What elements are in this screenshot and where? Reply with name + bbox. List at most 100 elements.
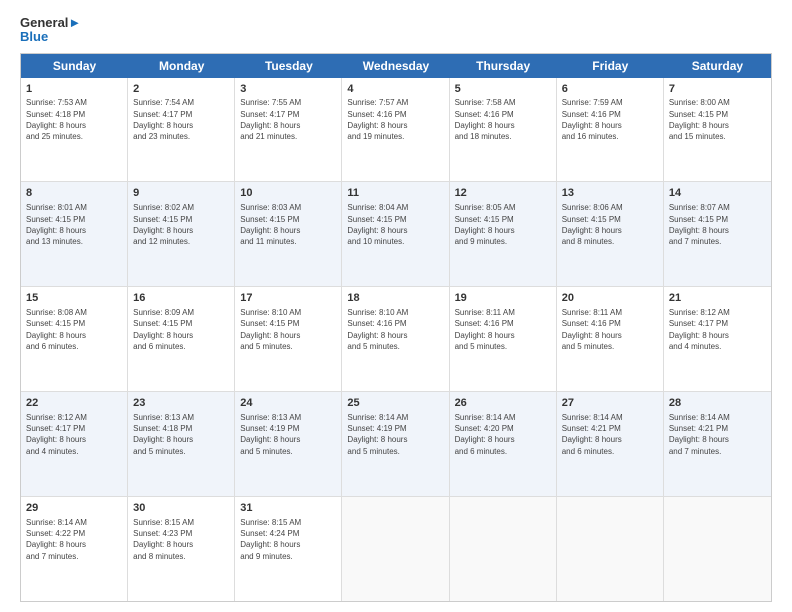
calendar-cell: 2Sunrise: 7:54 AM Sunset: 4:17 PM Daylig… xyxy=(128,78,235,182)
calendar-cell: 21Sunrise: 8:12 AM Sunset: 4:17 PM Dayli… xyxy=(664,287,771,391)
day-number: 22 xyxy=(26,396,122,411)
calendar-cell: 22Sunrise: 8:12 AM Sunset: 4:17 PM Dayli… xyxy=(21,392,128,496)
day-number: 5 xyxy=(455,82,551,97)
cell-info: Sunrise: 8:14 AM Sunset: 4:21 PM Dayligh… xyxy=(562,412,658,457)
calendar-header: Sunday Monday Tuesday Wednesday Thursday… xyxy=(21,54,771,78)
day-number: 7 xyxy=(669,82,766,97)
day-number: 8 xyxy=(26,186,122,201)
calendar-cell xyxy=(342,497,449,601)
calendar-cell: 19Sunrise: 8:11 AM Sunset: 4:16 PM Dayli… xyxy=(450,287,557,391)
cell-info: Sunrise: 8:06 AM Sunset: 4:15 PM Dayligh… xyxy=(562,202,658,247)
cell-info: Sunrise: 7:54 AM Sunset: 4:17 PM Dayligh… xyxy=(133,97,229,142)
cell-info: Sunrise: 8:11 AM Sunset: 4:16 PM Dayligh… xyxy=(455,307,551,352)
day-number: 31 xyxy=(240,501,336,516)
cell-info: Sunrise: 7:55 AM Sunset: 4:17 PM Dayligh… xyxy=(240,97,336,142)
day-number: 18 xyxy=(347,291,443,306)
cell-info: Sunrise: 8:15 AM Sunset: 4:24 PM Dayligh… xyxy=(240,517,336,562)
calendar-cell: 28Sunrise: 8:14 AM Sunset: 4:21 PM Dayli… xyxy=(664,392,771,496)
day-number: 2 xyxy=(133,82,229,97)
day-number: 17 xyxy=(240,291,336,306)
day-number: 3 xyxy=(240,82,336,97)
day-number: 19 xyxy=(455,291,551,306)
cell-info: Sunrise: 8:15 AM Sunset: 4:23 PM Dayligh… xyxy=(133,517,229,562)
calendar-cell: 20Sunrise: 8:11 AM Sunset: 4:16 PM Dayli… xyxy=(557,287,664,391)
calendar-cell: 13Sunrise: 8:06 AM Sunset: 4:15 PM Dayli… xyxy=(557,182,664,286)
logo: General► Blue xyxy=(20,16,81,45)
cell-info: Sunrise: 8:09 AM Sunset: 4:15 PM Dayligh… xyxy=(133,307,229,352)
day-number: 20 xyxy=(562,291,658,306)
calendar: Sunday Monday Tuesday Wednesday Thursday… xyxy=(20,53,772,602)
calendar-cell: 23Sunrise: 8:13 AM Sunset: 4:18 PM Dayli… xyxy=(128,392,235,496)
cell-info: Sunrise: 8:12 AM Sunset: 4:17 PM Dayligh… xyxy=(669,307,766,352)
cell-info: Sunrise: 8:03 AM Sunset: 4:15 PM Dayligh… xyxy=(240,202,336,247)
day-number: 10 xyxy=(240,186,336,201)
calendar-cell: 7Sunrise: 8:00 AM Sunset: 4:15 PM Daylig… xyxy=(664,78,771,182)
calendar-cell: 26Sunrise: 8:14 AM Sunset: 4:20 PM Dayli… xyxy=(450,392,557,496)
calendar-cell: 8Sunrise: 8:01 AM Sunset: 4:15 PM Daylig… xyxy=(21,182,128,286)
calendar-cell xyxy=(664,497,771,601)
cell-info: Sunrise: 8:01 AM Sunset: 4:15 PM Dayligh… xyxy=(26,202,122,247)
cell-info: Sunrise: 8:08 AM Sunset: 4:15 PM Dayligh… xyxy=(26,307,122,352)
cell-info: Sunrise: 8:14 AM Sunset: 4:22 PM Dayligh… xyxy=(26,517,122,562)
day-number: 12 xyxy=(455,186,551,201)
day-number: 24 xyxy=(240,396,336,411)
calendar-cell: 25Sunrise: 8:14 AM Sunset: 4:19 PM Dayli… xyxy=(342,392,449,496)
cell-info: Sunrise: 7:59 AM Sunset: 4:16 PM Dayligh… xyxy=(562,97,658,142)
day-number: 16 xyxy=(133,291,229,306)
day-number: 29 xyxy=(26,501,122,516)
day-number: 15 xyxy=(26,291,122,306)
cell-info: Sunrise: 8:10 AM Sunset: 4:15 PM Dayligh… xyxy=(240,307,336,352)
day-number: 23 xyxy=(133,396,229,411)
header-wednesday: Wednesday xyxy=(342,54,449,78)
header-tuesday: Tuesday xyxy=(235,54,342,78)
header-friday: Friday xyxy=(557,54,664,78)
day-number: 11 xyxy=(347,186,443,201)
cell-info: Sunrise: 7:57 AM Sunset: 4:16 PM Dayligh… xyxy=(347,97,443,142)
cell-info: Sunrise: 8:00 AM Sunset: 4:15 PM Dayligh… xyxy=(669,97,766,142)
calendar-cell: 10Sunrise: 8:03 AM Sunset: 4:15 PM Dayli… xyxy=(235,182,342,286)
calendar-cell: 29Sunrise: 8:14 AM Sunset: 4:22 PM Dayli… xyxy=(21,497,128,601)
day-number: 25 xyxy=(347,396,443,411)
calendar-cell: 16Sunrise: 8:09 AM Sunset: 4:15 PM Dayli… xyxy=(128,287,235,391)
header-thursday: Thursday xyxy=(450,54,557,78)
header-monday: Monday xyxy=(128,54,235,78)
calendar-cell: 30Sunrise: 8:15 AM Sunset: 4:23 PM Dayli… xyxy=(128,497,235,601)
day-number: 30 xyxy=(133,501,229,516)
cell-info: Sunrise: 8:14 AM Sunset: 4:19 PM Dayligh… xyxy=(347,412,443,457)
calendar-cell: 24Sunrise: 8:13 AM Sunset: 4:19 PM Dayli… xyxy=(235,392,342,496)
calendar-cell: 5Sunrise: 7:58 AM Sunset: 4:16 PM Daylig… xyxy=(450,78,557,182)
day-number: 9 xyxy=(133,186,229,201)
calendar-cell: 3Sunrise: 7:55 AM Sunset: 4:17 PM Daylig… xyxy=(235,78,342,182)
header-sunday: Sunday xyxy=(21,54,128,78)
calendar-cell: 31Sunrise: 8:15 AM Sunset: 4:24 PM Dayli… xyxy=(235,497,342,601)
calendar-cell: 12Sunrise: 8:05 AM Sunset: 4:15 PM Dayli… xyxy=(450,182,557,286)
cell-info: Sunrise: 8:07 AM Sunset: 4:15 PM Dayligh… xyxy=(669,202,766,247)
calendar-cell: 11Sunrise: 8:04 AM Sunset: 4:15 PM Dayli… xyxy=(342,182,449,286)
day-number: 6 xyxy=(562,82,658,97)
calendar-row: 15Sunrise: 8:08 AM Sunset: 4:15 PM Dayli… xyxy=(21,287,771,392)
cell-info: Sunrise: 8:02 AM Sunset: 4:15 PM Dayligh… xyxy=(133,202,229,247)
calendar-row: 1Sunrise: 7:53 AM Sunset: 4:18 PM Daylig… xyxy=(21,78,771,183)
cell-info: Sunrise: 8:11 AM Sunset: 4:16 PM Dayligh… xyxy=(562,307,658,352)
cell-info: Sunrise: 8:14 AM Sunset: 4:21 PM Dayligh… xyxy=(669,412,766,457)
calendar-row: 29Sunrise: 8:14 AM Sunset: 4:22 PM Dayli… xyxy=(21,497,771,601)
calendar-cell: 18Sunrise: 8:10 AM Sunset: 4:16 PM Dayli… xyxy=(342,287,449,391)
cell-info: Sunrise: 8:10 AM Sunset: 4:16 PM Dayligh… xyxy=(347,307,443,352)
day-number: 4 xyxy=(347,82,443,97)
cell-info: Sunrise: 7:58 AM Sunset: 4:16 PM Dayligh… xyxy=(455,97,551,142)
cell-info: Sunrise: 8:14 AM Sunset: 4:20 PM Dayligh… xyxy=(455,412,551,457)
calendar-cell: 27Sunrise: 8:14 AM Sunset: 4:21 PM Dayli… xyxy=(557,392,664,496)
calendar-row: 22Sunrise: 8:12 AM Sunset: 4:17 PM Dayli… xyxy=(21,392,771,497)
day-number: 26 xyxy=(455,396,551,411)
calendar-cell: 15Sunrise: 8:08 AM Sunset: 4:15 PM Dayli… xyxy=(21,287,128,391)
day-number: 21 xyxy=(669,291,766,306)
day-number: 1 xyxy=(26,82,122,97)
day-number: 28 xyxy=(669,396,766,411)
cell-info: Sunrise: 7:53 AM Sunset: 4:18 PM Dayligh… xyxy=(26,97,122,142)
calendar-row: 8Sunrise: 8:01 AM Sunset: 4:15 PM Daylig… xyxy=(21,182,771,287)
calendar-cell xyxy=(557,497,664,601)
calendar-cell: 17Sunrise: 8:10 AM Sunset: 4:15 PM Dayli… xyxy=(235,287,342,391)
calendar-body: 1Sunrise: 7:53 AM Sunset: 4:18 PM Daylig… xyxy=(21,78,771,601)
calendar-cell: 14Sunrise: 8:07 AM Sunset: 4:15 PM Dayli… xyxy=(664,182,771,286)
calendar-cell xyxy=(450,497,557,601)
